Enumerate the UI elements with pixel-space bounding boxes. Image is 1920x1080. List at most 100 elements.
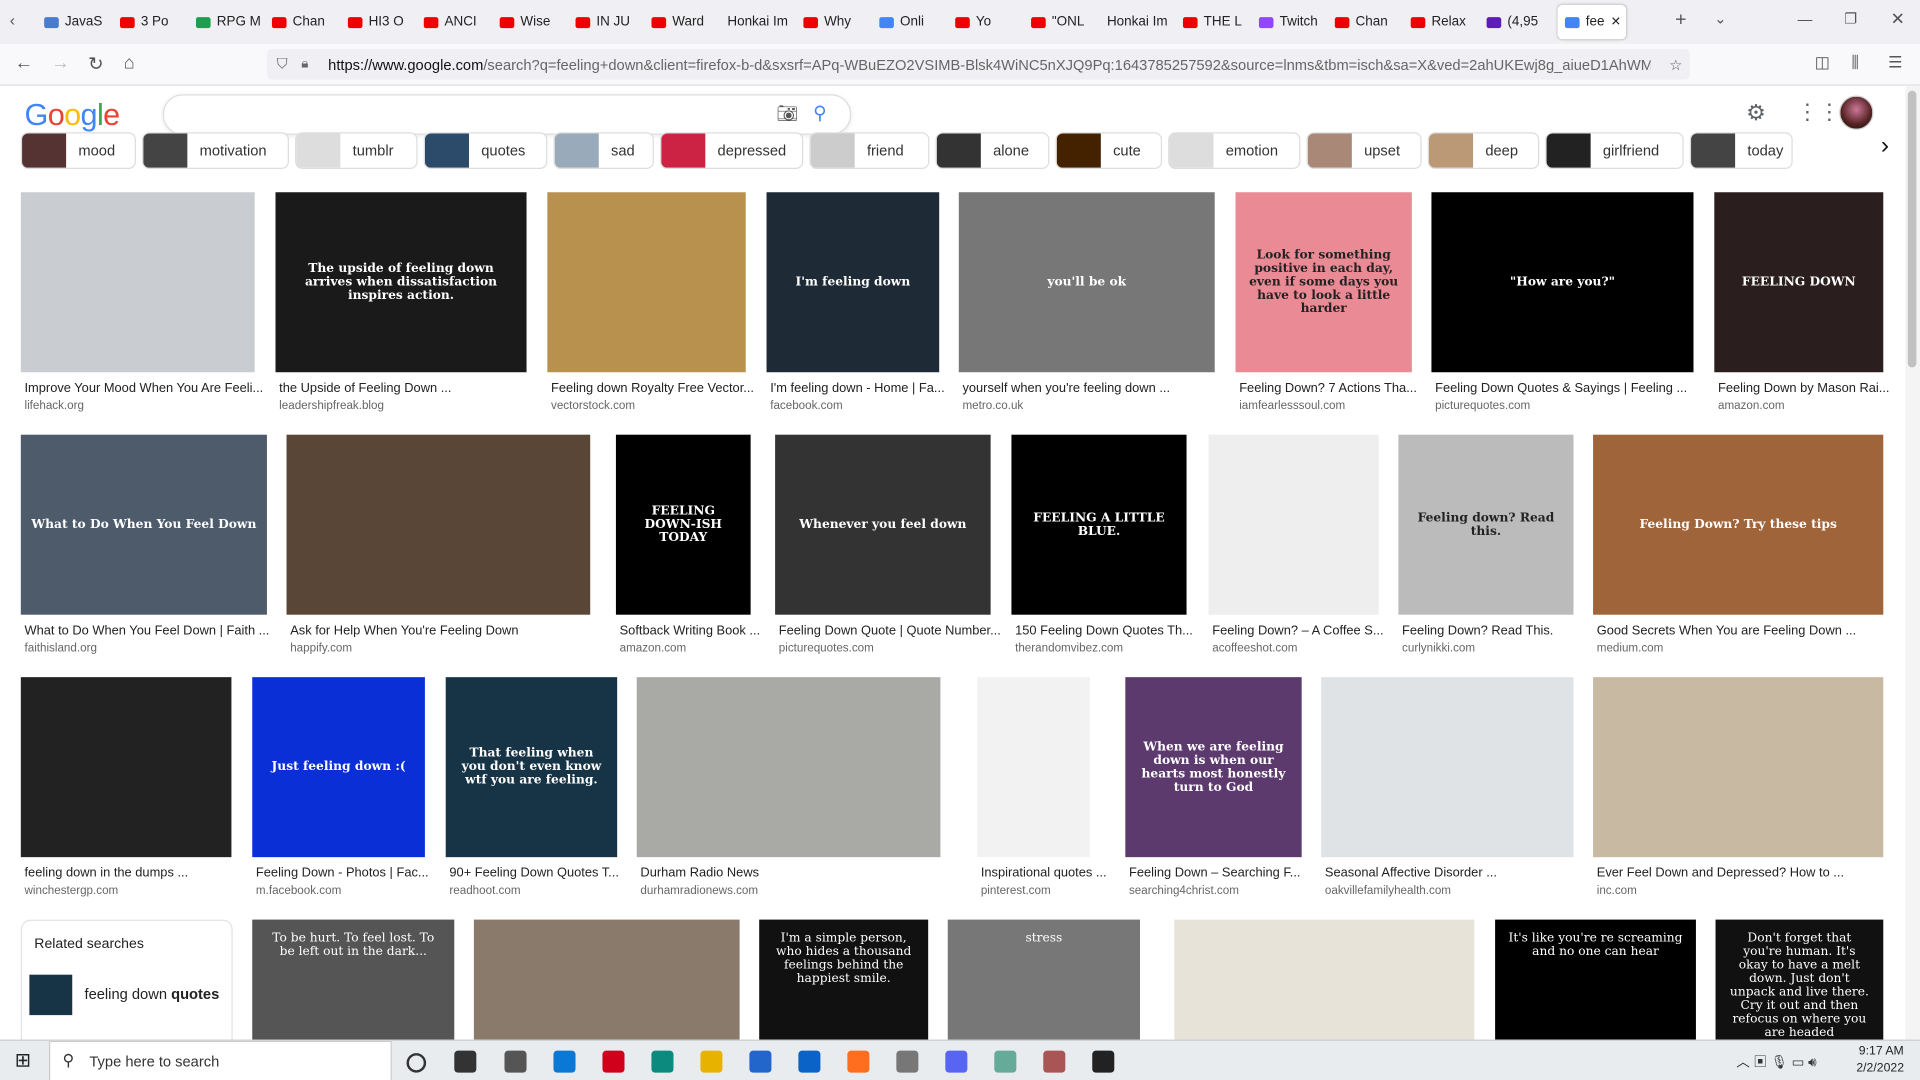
result-source[interactable]: happify.com (290, 642, 352, 655)
result-thumbnail[interactable]: That feeling when you don't even know wt… (445, 677, 618, 858)
result-title[interactable]: Durham Radio News (640, 866, 759, 881)
browser-tab[interactable]: RPG M (195, 10, 265, 34)
pocket-icon[interactable]: ◫ (1815, 53, 1830, 73)
close-tab-icon[interactable]: ✕ (1611, 15, 1621, 28)
browser-tab[interactable]: JavaS (44, 10, 113, 34)
result-title[interactable]: Ever Feel Down and Depressed? How to ... (1597, 866, 1844, 881)
image-result[interactable]: you'll be ok yourself when you're feeling… (958, 192, 1215, 419)
result-thumbnail[interactable] (286, 434, 591, 615)
windows-start-icon[interactable]: ⊞ (15, 1048, 31, 1072)
filter-chip-deep[interactable]: deep (1427, 132, 1540, 169)
result-source[interactable]: metro.co.uk (962, 399, 1023, 412)
url-text[interactable]: https://www.google.com/search?q=feeling+… (328, 56, 1650, 73)
steam-icon[interactable] (1092, 1050, 1115, 1073)
result-thumbnail[interactable]: I'm feeling down (766, 192, 940, 373)
browser-tab[interactable]: IN JU (575, 10, 645, 34)
browser-tab[interactable]: Honkai Im (727, 10, 796, 34)
filter-chip-alone[interactable]: alone (935, 132, 1050, 169)
search-box[interactable]: 📷︎ ⚲ (162, 94, 852, 135)
result-thumbnail[interactable] (1321, 677, 1574, 858)
result-title[interactable]: Softback Writing Book ... (620, 623, 761, 638)
image-result[interactable]: Don't forget that you're human. It's oka… (1715, 919, 1884, 1043)
google-logo[interactable]: Google (24, 98, 120, 134)
image-result[interactable]: Look for something positive in each day,… (1235, 192, 1417, 419)
list-tabs-icon[interactable]: ⌄ (1714, 10, 1726, 27)
image-result[interactable]: stress (947, 919, 1141, 1043)
result-thumbnail[interactable]: The upside of feeling down arrives when … (275, 192, 527, 373)
image-result[interactable]: I'm feeling down I'm feeling down - Home … (766, 192, 945, 419)
result-title[interactable]: 90+ Feeling Down Quotes T... (449, 866, 619, 881)
filter-chip-cute[interactable]: cute (1055, 132, 1163, 169)
result-source[interactable]: curlynikki.com (1402, 642, 1475, 655)
apps-grid-icon[interactable]: ⋮⋮ (1796, 99, 1840, 125)
result-source[interactable]: facebook.com (770, 399, 842, 412)
browser-tab[interactable]: Relax (1410, 10, 1480, 34)
address-bar[interactable]: ⛉ 🔒︎ https://www.google.com/search?q=fee… (266, 48, 1690, 80)
image-result[interactable] (1174, 919, 1475, 1043)
result-source[interactable]: winchestergp.com (24, 884, 118, 897)
result-source[interactable]: readhoot.com (449, 884, 520, 897)
image-result[interactable]: FEELING A LITTLE BLUE. 150 Feeling Down Q… (1011, 434, 1193, 662)
filter-chip-upset[interactable]: upset (1306, 132, 1422, 169)
task-view-icon[interactable] (454, 1050, 477, 1073)
image-result[interactable]: That feeling when you don't even know wt… (445, 677, 619, 904)
discord-icon[interactable] (945, 1050, 968, 1073)
result-source[interactable]: durhamradionews.com (640, 884, 758, 897)
browser-tab[interactable]: Twitch (1258, 10, 1328, 34)
browser-tab[interactable]: (4,95 (1486, 10, 1556, 34)
clock-time[interactable]: 9:17 AM (1859, 1044, 1904, 1057)
result-source[interactable]: vectorstock.com (551, 399, 635, 412)
result-source[interactable]: iamfearlesssoul.com (1239, 399, 1345, 412)
result-thumbnail[interactable]: Whenever you feel down (775, 434, 991, 615)
result-source[interactable]: amazon.com (1718, 399, 1785, 412)
result-thumbnail[interactable] (20, 192, 255, 373)
image-result[interactable]: Ask for Help When You're Feeling Down hap… (286, 434, 591, 662)
result-source[interactable]: faithisland.org (24, 642, 96, 655)
image-result[interactable]: It's like you're re screaming and no one… (1495, 919, 1696, 1043)
result-source[interactable]: acoffeeshot.com (1212, 642, 1297, 655)
result-title[interactable]: Seasonal Affective Disorder ... (1325, 866, 1497, 881)
browser-tab[interactable]: Chan (271, 10, 341, 34)
result-thumbnail[interactable]: What to Do When You Feel Down (20, 434, 267, 615)
image-result[interactable]: I'm a simple person, who hides a thousan… (759, 919, 929, 1043)
lock-icon[interactable]: 🔒︎ (301, 56, 308, 72)
result-title[interactable]: I'm feeling down - Home | Fa... (770, 381, 944, 396)
firefox-icon[interactable] (847, 1050, 870, 1073)
search-input[interactable] (181, 102, 774, 125)
app-icon[interactable] (896, 1050, 919, 1073)
app-icon-2[interactable] (994, 1050, 1017, 1073)
image-result[interactable]: Feeling down? Read this. Feeling Down? Re… (1398, 434, 1574, 662)
result-title[interactable]: Feeling Down Quotes & Sayings | Feeling … (1435, 381, 1687, 396)
filter-chip-sad[interactable]: sad (553, 132, 654, 169)
browser-tab[interactable]: Chan (1334, 10, 1404, 34)
image-result[interactable]: Feeling down Royalty Free Vector... vecto… (547, 192, 754, 419)
result-source[interactable]: oakvillefamilyhealth.com (1325, 884, 1451, 897)
result-title[interactable]: Feeling Down Quote | Quote Number... (779, 623, 1001, 638)
scrollbar-thumb[interactable] (1907, 90, 1917, 368)
result-source[interactable]: pinterest.com (981, 884, 1051, 897)
chips-next-arrow-icon[interactable]: › (1881, 132, 1889, 160)
result-thumbnail[interactable]: Just feeling down :( (252, 677, 425, 858)
image-result[interactable]: When we are feeling down is when our hea… (1125, 677, 1302, 904)
result-title[interactable]: feeling down in the dumps ... (24, 866, 188, 881)
browser-tab[interactable]: Honkai Im (1107, 10, 1176, 34)
bookmark-star-icon[interactable]: ☆ (1669, 56, 1682, 73)
account-avatar[interactable] (1839, 95, 1874, 130)
image-result[interactable]: To be hurt. To feel lost. To be left out… (252, 919, 455, 1043)
image-result[interactable]: feeling down in the dumps ... winchesterg… (20, 677, 232, 904)
store-icon[interactable] (749, 1050, 772, 1073)
taskbar-search-box[interactable]: ⚲ Type here to search (48, 1040, 392, 1080)
result-title[interactable]: the Upside of Feeling Down ... (279, 381, 451, 396)
result-title[interactable]: What to Do When You Feel Down | Faith ..… (24, 623, 269, 638)
edge-icon[interactable] (651, 1050, 674, 1073)
result-source[interactable]: m.facebook.com (256, 884, 341, 897)
result-thumbnail[interactable]: Look for something positive in each day,… (1235, 192, 1412, 373)
result-source[interactable]: medium.com (1597, 642, 1664, 655)
clock-date[interactable]: 2/2/2022 (1856, 1062, 1904, 1075)
result-title[interactable]: Ask for Help When You're Feeling Down (290, 623, 518, 638)
image-result[interactable]: Seasonal Affective Disorder ... oakvillef… (1321, 677, 1574, 904)
file-explorer-icon[interactable] (700, 1050, 723, 1073)
browser-tab[interactable]: Why (803, 10, 872, 34)
cortana-icon[interactable] (406, 1053, 427, 1073)
forward-icon[interactable]: → (51, 53, 69, 74)
